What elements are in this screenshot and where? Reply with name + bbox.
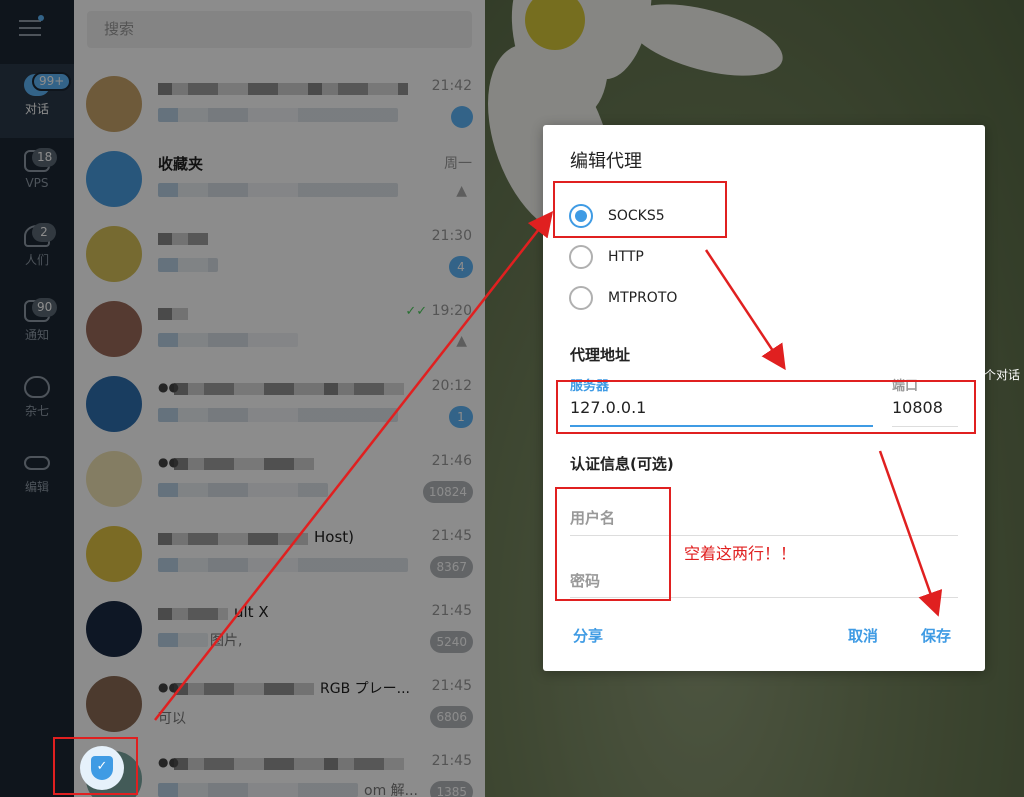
arrow-proxy-to-socks5 (154, 211, 554, 721)
annotation-arrows (154, 211, 943, 721)
arrow-socks5-to-address (704, 249, 786, 371)
arrow-address-to-save (878, 450, 943, 617)
